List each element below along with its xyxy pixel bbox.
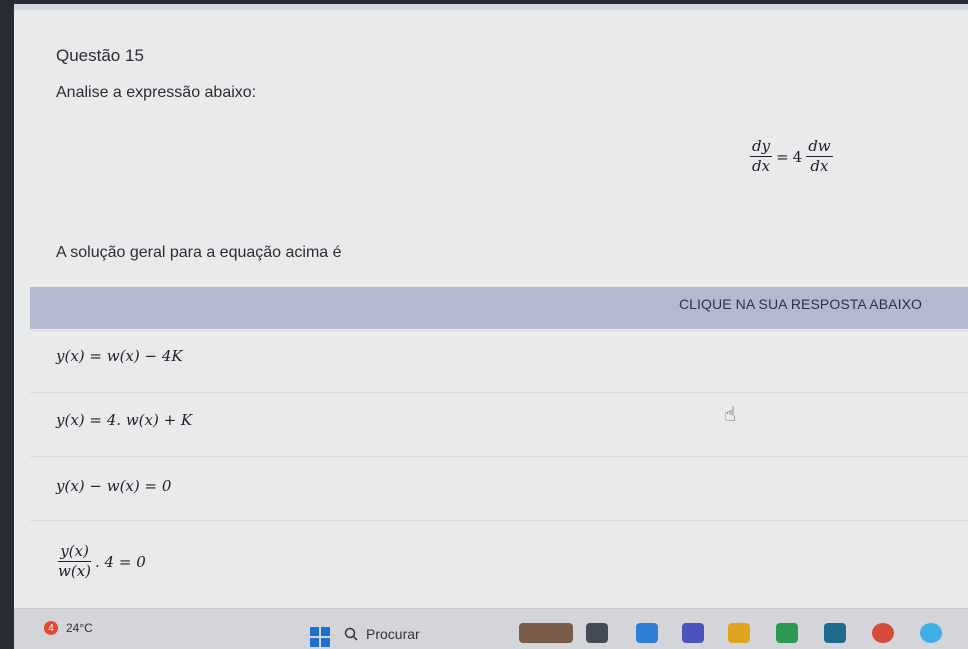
store-icon[interactable] — [824, 623, 846, 643]
formula-rhs-den: dx — [810, 157, 829, 176]
answer-option-3[interactable]: y(x) − w(x) = 0 — [30, 456, 968, 519]
edge-icon[interactable] — [636, 623, 658, 643]
answer-option-1[interactable]: y(x) = w(x) − 4K — [30, 330, 968, 393]
teams-icon[interactable] — [682, 623, 704, 643]
edge-dev-icon[interactable] — [776, 623, 798, 643]
search-placeholder: Procurar — [366, 626, 420, 642]
answer-banner-label: CLIQUE NA SUA RESPOSTA ABAIXO — [678, 296, 922, 312]
formula-equals: = — [776, 147, 789, 166]
question-formula: dy dx = 4 dw dx — [750, 137, 833, 176]
answer-option-4-text: y(x) w(x) . 4 = 0 — [56, 542, 146, 581]
search-icon — [344, 627, 358, 641]
answer-option-4-rest: . 4 = 0 — [95, 552, 146, 571]
hand-cursor-icon: ☝ — [724, 402, 737, 426]
quiz-page: Questão 15 Analise a expressão abaixo: d… — [14, 4, 968, 608]
formula-lhs-fraction: dy dx — [750, 137, 773, 176]
taskbar-search[interactable]: Procurar — [344, 621, 504, 647]
question-prompt: A solução geral para a equação acima é — [56, 244, 342, 261]
weather-temperature: 24°C — [66, 621, 93, 635]
answer-option-4-fraction: y(x) w(x) — [56, 542, 93, 581]
windows-start-icon[interactable] — [310, 627, 330, 647]
chrome-icon[interactable] — [872, 623, 894, 643]
formula-coef: 4 — [792, 147, 803, 166]
answer-banner: CLIQUE NA SUA RESPOSTA ABAIXO — [30, 287, 968, 329]
taskbar: 4 24°C Procurar — [14, 608, 968, 649]
answer-option-2-text: y(x) = 4. w(x) + K — [56, 411, 193, 429]
weather-badge: 4 — [44, 621, 58, 635]
answer-option-4-den: w(x) — [58, 562, 92, 581]
answer-option-2[interactable]: y(x) = 4. w(x) + K — [30, 392, 968, 455]
answer-option-3-text: y(x) − w(x) = 0 — [56, 477, 172, 495]
formula-rhs-num: dw — [806, 137, 833, 158]
formula-lhs-den: dx — [752, 157, 771, 176]
answer-option-4[interactable]: y(x) w(x) . 4 = 0 — [30, 520, 968, 608]
answer-option-1-text: y(x) = w(x) − 4K — [56, 347, 183, 365]
task-view-icon[interactable] — [586, 623, 608, 643]
formula-rhs-fraction: dw dx — [806, 137, 833, 176]
browser-top-strip — [14, 4, 968, 10]
question-intro: Analise a expressão abaixo: — [56, 84, 257, 101]
news-widget-icon[interactable] — [519, 623, 573, 643]
weather-widget[interactable]: 4 24°C — [44, 621, 93, 635]
copilot-icon[interactable] — [920, 623, 942, 643]
question-title: Questão 15 — [56, 46, 144, 65]
formula-lhs-num: dy — [750, 137, 773, 158]
answer-option-4-num: y(x) — [58, 542, 91, 563]
file-explorer-icon[interactable] — [728, 623, 750, 643]
